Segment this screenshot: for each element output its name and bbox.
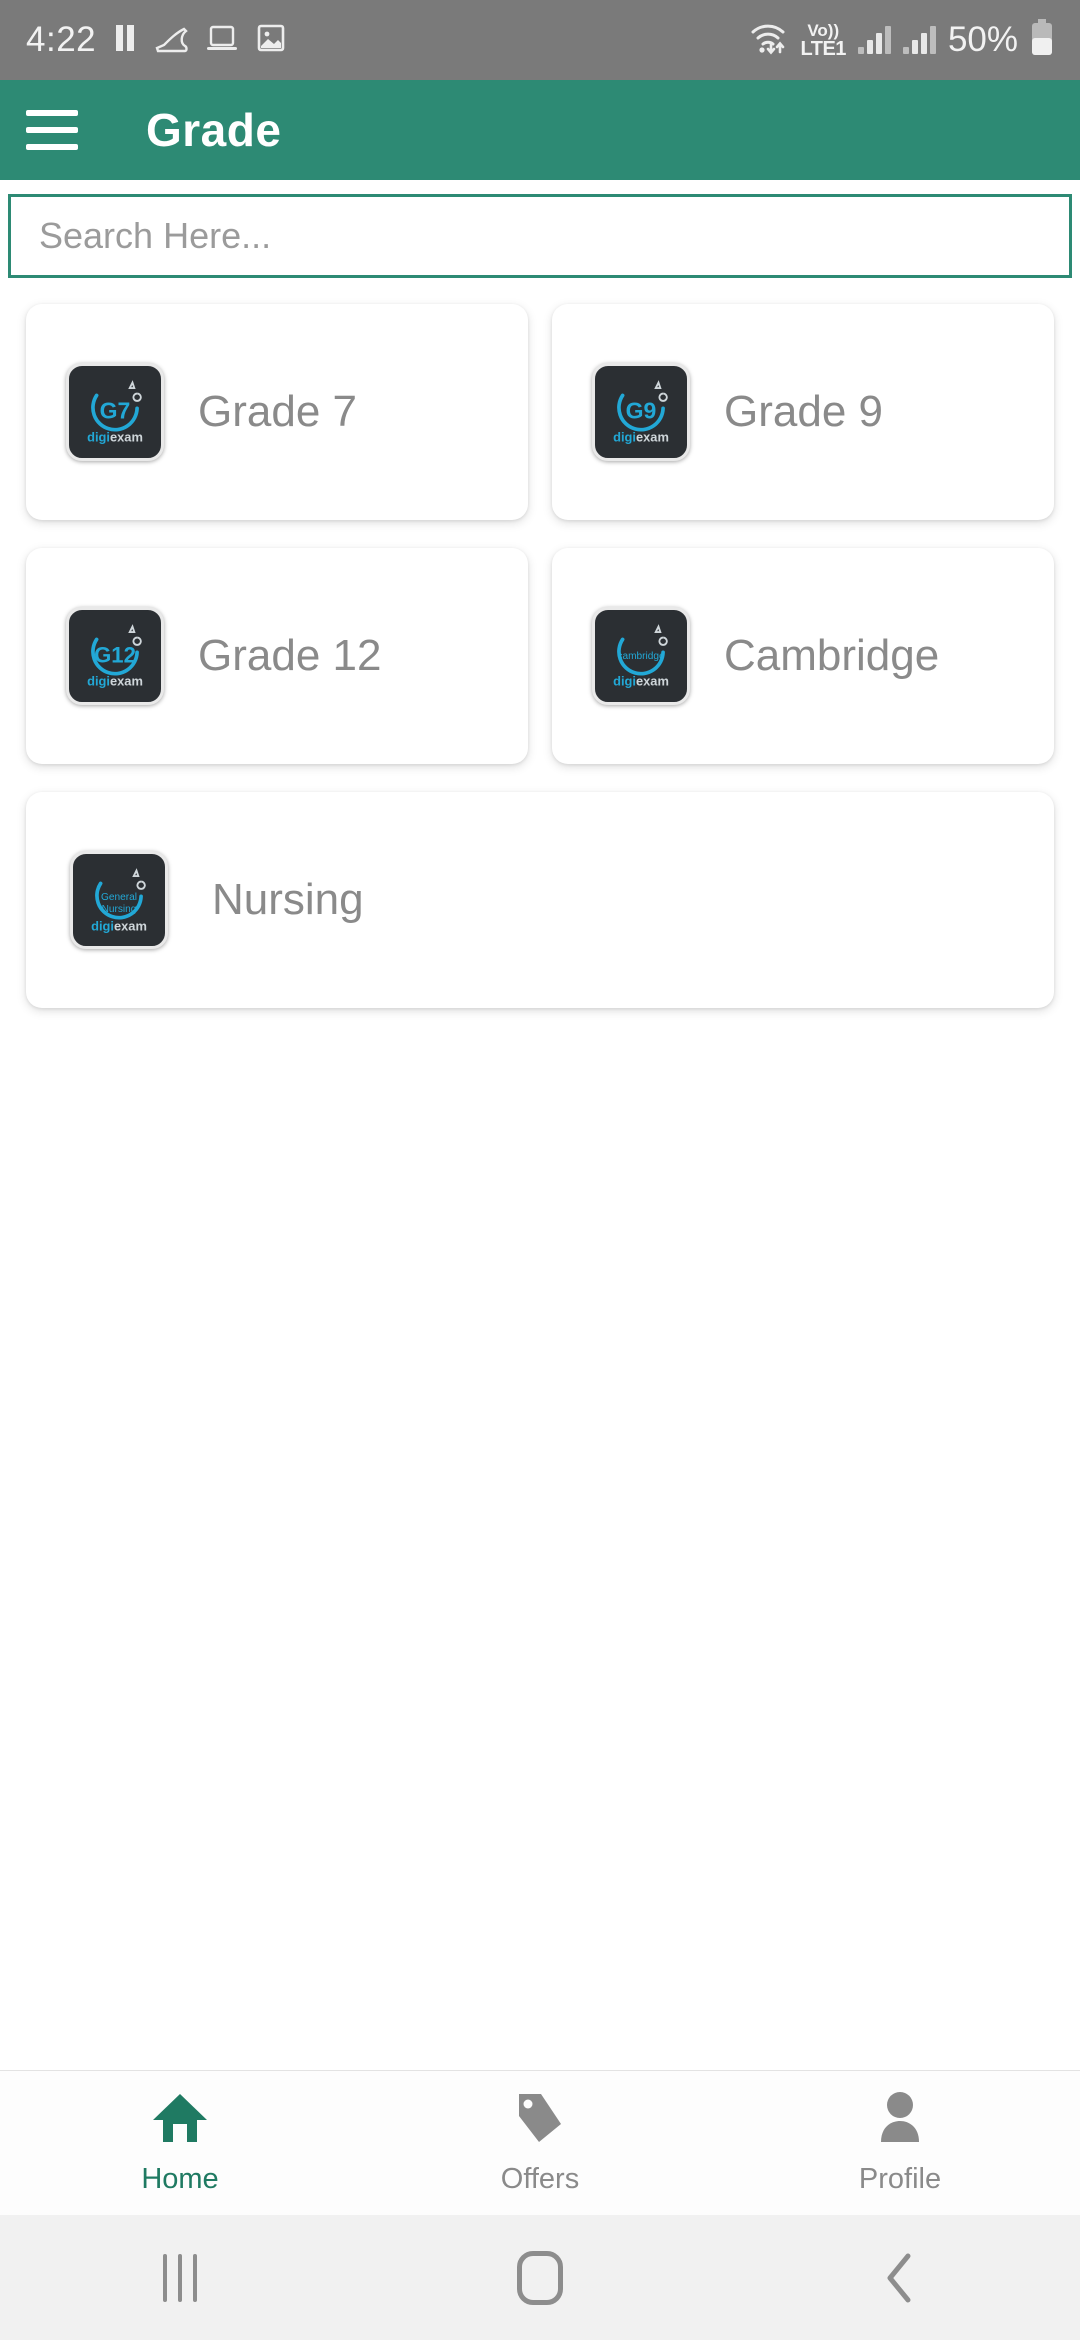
svg-text:digiexam: digiexam (87, 673, 143, 688)
digiexam-cambridge-icon: cambridge digiexam (592, 607, 690, 705)
status-bar-right: Vo)) LTE1 50% (749, 18, 1054, 62)
bottom-nav-label: Home (141, 2163, 219, 2195)
bottom-nav-item-home[interactable]: Home (0, 2090, 360, 2196)
grade-card-label: Grade 12 (198, 631, 382, 680)
svg-text:G7: G7 (100, 397, 131, 423)
grade-card-nursing[interactable]: General Nursing digiexam Nursing (26, 792, 1054, 1008)
grade-card-cell: G12 digiexam Grade 12 (14, 534, 540, 778)
image-icon (256, 23, 286, 58)
grade-card-grid: G7 digiexam Grade 7 G9 digiexam Grade 9 … (0, 278, 1080, 1022)
search-section: Search Here... (0, 180, 1080, 278)
system-navigation-bar (0, 2215, 1080, 2340)
signal-bars-icon-sim1 (857, 26, 891, 54)
grade-card-label: Cambridge (724, 631, 940, 680)
svg-text:G9: G9 (626, 397, 657, 423)
bottom-nav-label: Profile (858, 2163, 942, 2195)
volte-label-top: Vo)) (807, 20, 840, 40)
digiexam-g12-icon: G12 digiexam (66, 607, 164, 705)
battery-percent-label: 50% (947, 20, 1018, 59)
grade-card-label: Grade 9 (724, 387, 883, 436)
tag-icon (511, 2090, 569, 2151)
volte-indicator: Vo)) LTE1 (800, 20, 847, 60)
status-bar-clock: 4:22 (26, 20, 97, 59)
back-chevron-icon[interactable] (720, 2250, 1080, 2306)
svg-text:G12: G12 (94, 642, 136, 667)
bottom-nav-label: Offers (500, 2163, 580, 2195)
svg-text:cambridge: cambridge (617, 651, 665, 662)
search-placeholder: Search Here... (39, 215, 272, 256)
grade-card-label: Grade 7 (198, 387, 357, 436)
svg-text:Nursing: Nursing (102, 904, 137, 915)
home-icon (149, 2090, 211, 2151)
battery-icon (1030, 18, 1054, 62)
status-bar: 4:22 Vo)) LTE1 50% (0, 0, 1080, 80)
search-input[interactable]: Search Here... (8, 194, 1072, 278)
status-bar-left: 4:22 (26, 20, 286, 60)
grade-card-grade-9[interactable]: G9 digiexam Grade 9 (552, 304, 1054, 520)
grade-card-cell: General Nursing digiexam Nursing (14, 778, 1066, 1022)
bottom-navigation-bar: Home Offers Profile (0, 2070, 1080, 2215)
grade-card-cell: G7 digiexam Grade 7 (14, 290, 540, 534)
svg-text:digiexam: digiexam (613, 429, 669, 444)
svg-text:digiexam: digiexam (613, 673, 669, 688)
bottom-nav-item-offers[interactable]: Offers (360, 2090, 720, 2196)
pause-icon (114, 23, 136, 58)
volte-label-bottom: LTE1 (800, 37, 847, 60)
grade-card-cell: G9 digiexam Grade 9 (540, 290, 1066, 534)
shoe-icon (154, 23, 188, 58)
bottom-nav-item-profile[interactable]: Profile (720, 2090, 1080, 2196)
page-title: Grade (146, 104, 282, 156)
app-bar: Grade (0, 80, 1080, 180)
person-icon (871, 2090, 929, 2151)
grade-card-cambridge[interactable]: cambridge digiexam Cambridge (552, 548, 1054, 764)
hamburger-menu-icon[interactable] (26, 110, 78, 150)
wifi-icon (749, 21, 789, 60)
grade-card-grade-7[interactable]: G7 digiexam Grade 7 (26, 304, 528, 520)
grade-card-cell: cambridge digiexam Cambridge (540, 534, 1066, 778)
recents-icon[interactable] (0, 2253, 360, 2302)
grade-card-grade-12[interactable]: G12 digiexam Grade 12 (26, 548, 528, 764)
laptop-icon (206, 23, 238, 58)
signal-bars-icon-sim2 (902, 26, 936, 54)
svg-text:General: General (101, 892, 137, 903)
svg-text:digiexam: digiexam (87, 429, 143, 444)
home-square-icon[interactable] (360, 2250, 720, 2305)
digiexam-g9-icon: G9 digiexam (592, 363, 690, 461)
svg-text:digiexam: digiexam (91, 918, 147, 933)
digiexam-nursing-icon: General Nursing digiexam (70, 851, 168, 949)
digiexam-g7-icon: G7 digiexam (66, 363, 164, 461)
app-screen: 4:22 Vo)) LTE1 50% Grade Search Here... … (0, 0, 1080, 2340)
grade-card-label: Nursing (212, 875, 364, 924)
